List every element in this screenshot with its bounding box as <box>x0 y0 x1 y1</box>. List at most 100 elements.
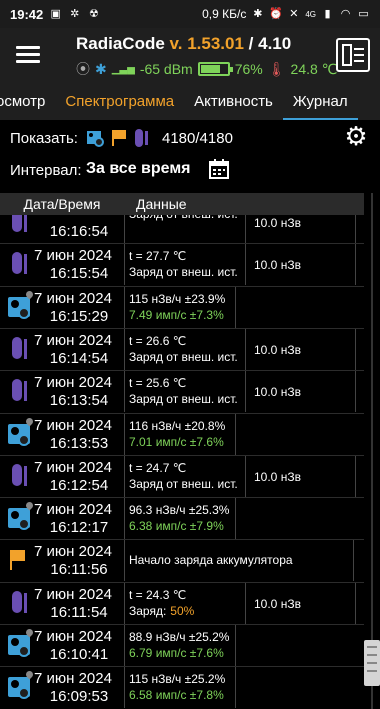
device-status: ⦿ ✱ ▁▃▅ -65 dBm 76% 🌡︎ 24.8 ℃ <box>76 59 337 79</box>
journal-row[interactable]: 7 июн 2024 16:10:41 88.9 нЗв/ч ±25.2% 6.79 … <box>0 624 364 666</box>
row-data-line1: 116 нЗв/ч ±20.8% <box>129 418 226 433</box>
row-datetime: 7 июн 2024 16:13:53 <box>34 414 124 455</box>
col-date-header[interactable]: Дата/Время <box>0 196 124 212</box>
sim-icon: ▣ <box>50 7 61 20</box>
journal-row[interactable]: 7 июн 2024 16:13:54 t = 25.6 ℃ Заряд от вне… <box>0 370 364 413</box>
scrollbar-thumb[interactable] <box>364 640 380 686</box>
journal-row[interactable]: 7 июн 2024 16:13:53 116 нЗв/ч ±20.8% 7.01 и… <box>0 412 364 455</box>
menu-button[interactable] <box>14 42 42 70</box>
journal-row[interactable]: 7 июн 2024 16:12:17 96.3 нЗв/ч ±25.3% 6.38 … <box>0 497 364 540</box>
app-title: RadiaCode v. 1.53.01 / 4.10 <box>76 34 291 54</box>
row-data-line2: Заряд от внеш. ист. <box>129 349 241 365</box>
thermometer-icon <box>0 329 34 370</box>
calendar-icon[interactable] <box>208 158 230 180</box>
tab-spectrogram[interactable]: Спектрограмма <box>55 86 184 120</box>
row-time: 16:11:56 <box>50 561 108 579</box>
row-data-line2-text: Заряд: <box>129 603 167 618</box>
row-data-line2-text: 6.58 имп/с ±7.8% <box>129 688 224 703</box>
row-data-line1: t = 24.7 ℃ <box>129 460 187 475</box>
row-date: 7 июн 2024 <box>34 585 112 603</box>
col-data-header[interactable]: Данные <box>124 196 187 212</box>
row-date: 7 июн 2024 <box>34 374 112 392</box>
journal-row[interactable]: 7 июн 2024 16:14:54 t = 26.6 ℃ Заряд от вне… <box>0 327 364 370</box>
row-dose: 10.0 нЗв <box>246 244 356 286</box>
thumb-grip <box>367 646 377 648</box>
record-count: 4180/4180 <box>162 130 233 147</box>
row-data-line2: 6.58 имп/с ±7.8% <box>129 687 231 703</box>
row-date: 7 июн 2024 <box>34 458 112 476</box>
row-date: 7 июн 2024 <box>34 416 112 434</box>
row-data-line1: t = 26.6 ℃ <box>129 333 187 348</box>
row-dose: 10.0 нЗв <box>246 455 356 497</box>
row-dose: 10.0 нЗв <box>246 371 356 413</box>
journal-row[interactable]: 7 июн 2024 16:12:54 t = 24.7 ℃ Заряд от вне… <box>0 454 364 497</box>
gear-icon[interactable]: ⚙ <box>342 122 370 150</box>
row-datetime: 7 июн 2024 16:13:54 <box>34 371 124 412</box>
row-data-line1: 115 нЗв/ч ±23.9% <box>129 291 226 306</box>
radiation-icon: ☢ <box>88 7 99 20</box>
thermometer-icon <box>0 244 34 285</box>
row-time: 16:13:53 <box>49 434 109 452</box>
row-datetime: 7 июн 2024 16:12:17 <box>34 498 124 539</box>
fan-icon: ✲ <box>70 7 80 20</box>
row-data-line2: 6.79 имп/с ±7.6% <box>129 645 231 661</box>
row-datetime: 16:16:54 <box>34 215 124 243</box>
status-bar: 19:42 ▣ ✲ ☢ 0,9 КБ/с ✱ ⏰ ✕ 4G ▮ ◠ ▭ <box>0 0 380 28</box>
row-data-line1: 115 нЗв/ч ±25.2% <box>129 672 226 687</box>
journal-row[interactable]: 7 июн 2024 16:11:54 t = 24.3 ℃ Заряд: 50% 10.… <box>0 581 364 624</box>
row-date: 7 июн 2024 <box>34 501 112 519</box>
filter-flag-icon[interactable] <box>110 128 128 148</box>
device-settings-button[interactable] <box>336 38 370 72</box>
mute-icon: ✕ <box>289 7 299 20</box>
row-data: 96.3 нЗв/ч ±25.3% 6.38 имп/с ±7.9% <box>124 498 236 540</box>
row-date <box>34 215 124 223</box>
row-data-line2-text: 7.49 имп/с ±7.3% <box>129 307 224 322</box>
status-time: 19:42 <box>10 6 44 22</box>
row-time: 16:14:54 <box>49 349 109 367</box>
wifi-icon: ◠ <box>340 7 351 20</box>
app-bar: RadiaCode v. 1.53.01 / 4.10 ⦿ ✱ ▁▃▅ -65 … <box>0 28 380 86</box>
row-data: 115 нЗв/ч ±25.2% 6.58 имп/с ±7.8% <box>124 667 236 709</box>
thumb-grip <box>367 670 377 672</box>
tab-journal[interactable]: Журнал <box>282 86 358 120</box>
filter-thermometer-icon[interactable] <box>132 128 150 148</box>
row-data-line2-text: 6.38 имп/с ±7.9% <box>129 519 224 534</box>
journal-row[interactable]: 16:16:54 Заряд от внеш. ист. 10.0 нЗв <box>0 215 364 243</box>
alarm-icon: ⏰ <box>269 7 284 20</box>
row-datetime: 7 июн 2024 16:12:54 <box>34 456 124 497</box>
journal-list[interactable]: 16:16:54Заряд от внеш. ист.10.0 нЗв7 июн… <box>0 215 364 709</box>
row-data-line1: t = 24.3 ℃ <box>129 587 187 602</box>
journal-row[interactable]: 7 июн 2024 16:09:53 115 нЗв/ч ±25.2% 6.58 и… <box>0 666 364 709</box>
row-date: 7 июн 2024 <box>34 670 112 688</box>
row-data-line2-text: Заряд от внеш. ист. <box>129 349 238 364</box>
thermometer-icon <box>0 371 34 412</box>
row-time: 16:11:54 <box>50 603 108 621</box>
row-date: 7 июн 2024 <box>34 289 112 307</box>
row-data-line2: Заряд от внеш. ист. <box>129 264 241 280</box>
show-label: Показать: <box>10 130 78 147</box>
row-time: 16:12:17 <box>49 519 109 537</box>
row-datetime: 7 июн 2024 16:15:29 <box>34 287 124 328</box>
journal-row[interactable]: 7 июн 2024 16:15:29 115 нЗв/ч ±23.9% 7.49 и… <box>0 285 364 328</box>
thermometer-icon: 🌡︎ <box>267 60 286 77</box>
tab-bar: осмотр Спектрограмма Активность Журнал <box>0 86 380 120</box>
row-data-line1: t = 25.6 ℃ <box>129 376 187 391</box>
tab-overview[interactable]: осмотр <box>0 86 55 120</box>
row-date: 7 июн 2024 <box>34 543 112 561</box>
device-settings-icon <box>342 44 364 66</box>
journal-row[interactable]: 7 июн 2024 16:11:56 Начало заряда аккумуля… <box>0 539 364 582</box>
row-data: Начало заряда аккумулятора <box>124 540 354 582</box>
row-data: t = 27.7 ℃ Заряд от внеш. ист. <box>124 244 246 286</box>
row-data-line2: Заряд: 50% <box>129 603 241 619</box>
row-date: 7 июн 2024 <box>34 247 112 265</box>
filter-dose-rate-icon[interactable] <box>86 128 104 148</box>
signal-icon: ▮ <box>324 7 331 20</box>
row-data-line2-text: Заряд от внеш. ист. <box>129 476 238 491</box>
scrollbar-track <box>371 193 373 709</box>
tab-activity[interactable]: Активность <box>184 86 283 120</box>
menu-line <box>16 53 40 56</box>
scrollbar[interactable] <box>364 193 380 709</box>
row-data-line2: 6.38 имп/с ±7.9% <box>129 518 231 534</box>
interval-value[interactable]: За все время <box>86 160 191 178</box>
journal-row[interactable]: 7 июн 2024 16:15:54 t = 27.7 ℃ Заряд от вне… <box>0 243 364 286</box>
